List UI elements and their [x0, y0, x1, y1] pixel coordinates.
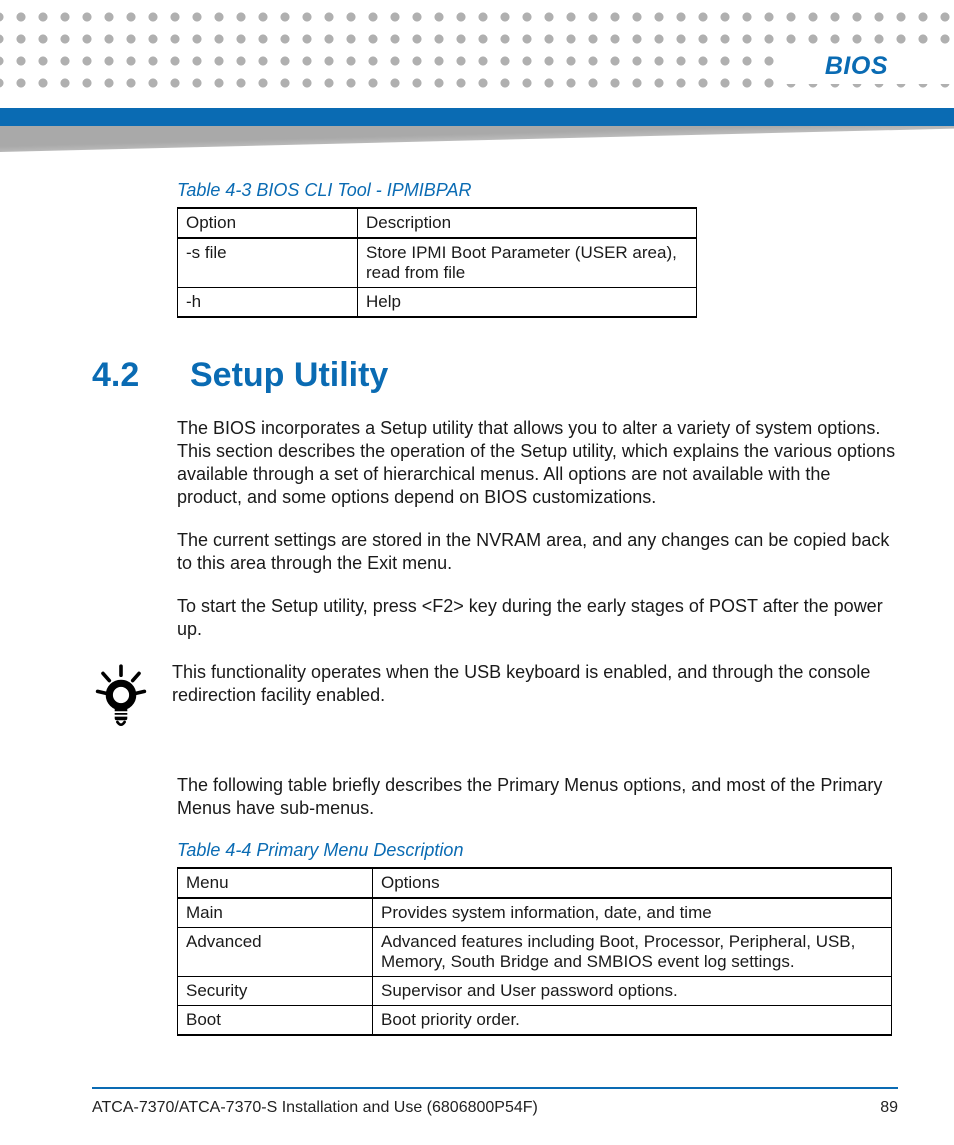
table-cell: Boot [178, 1006, 373, 1036]
header-grey-wedge [0, 126, 954, 152]
paragraph: The following table briefly describes th… [177, 774, 898, 820]
table-cell: Advanced [178, 928, 373, 977]
footer-doc-title: ATCA-7370/ATCA-7370-S Installation and U… [92, 1099, 538, 1117]
table-row: Security Supervisor and User password op… [178, 977, 892, 1006]
table-cell: Security [178, 977, 373, 1006]
page-content: Table 4-3 BIOS CLI Tool - IPMIBPAR Optio… [92, 180, 898, 1065]
table-cell: Store IPMI Boot Parameter (USER area), r… [358, 238, 697, 288]
tip-text: This functionality operates when the USB… [172, 661, 898, 707]
paragraph: The BIOS incorporates a Setup utility th… [177, 417, 898, 509]
table-header-cell: Description [358, 208, 697, 238]
table-row: Boot Boot priority order. [178, 1006, 892, 1036]
page-footer: ATCA-7370/ATCA-7370-S Installation and U… [92, 1087, 898, 1117]
table-cell: Main [178, 898, 373, 928]
table-4-4: Menu Options Main Provides system inform… [177, 867, 892, 1036]
lightbulb-icon [92, 659, 150, 736]
paragraph: The current settings are stored in the N… [177, 529, 898, 575]
table-cell: -s file [178, 238, 358, 288]
table-cell: Help [358, 288, 697, 318]
table-cell: -h [178, 288, 358, 318]
table-caption-4-4: Table 4-4 Primary Menu Description [177, 840, 898, 861]
table-cell: Boot priority order. [373, 1006, 892, 1036]
section-title: Setup Utility [190, 356, 388, 395]
table-caption-4-3: Table 4-3 BIOS CLI Tool - IPMIBPAR [177, 180, 898, 201]
table-header-cell: Menu [178, 868, 373, 898]
section-heading: 4.2 Setup Utility [92, 356, 898, 395]
table-row: Main Provides system information, date, … [178, 898, 892, 928]
table-header-cell: Options [373, 868, 892, 898]
table-4-3: Option Description -s file Store IPMI Bo… [177, 207, 697, 318]
header-blue-bar [0, 108, 954, 126]
table-cell: Provides system information, date, and t… [373, 898, 892, 928]
table-header-cell: Option [178, 208, 358, 238]
table-cell: Advanced features including Boot, Proces… [373, 928, 892, 977]
table-row: -s file Store IPMI Boot Parameter (USER … [178, 238, 697, 288]
table-row: -h Help [178, 288, 697, 318]
paragraph: To start the Setup utility, press <F2> k… [177, 595, 898, 641]
section-number: 4.2 [92, 356, 142, 395]
footer-rule [92, 1087, 898, 1089]
table-row: Advanced Advanced features including Boo… [178, 928, 892, 977]
table-cell: Supervisor and User password options. [373, 977, 892, 1006]
chapter-title: BIOS [811, 52, 898, 81]
page-number: 89 [880, 1099, 898, 1117]
table-header-row: Menu Options [178, 868, 892, 898]
tip-block: This functionality operates when the USB… [92, 661, 898, 736]
table-header-row: Option Description [178, 208, 697, 238]
